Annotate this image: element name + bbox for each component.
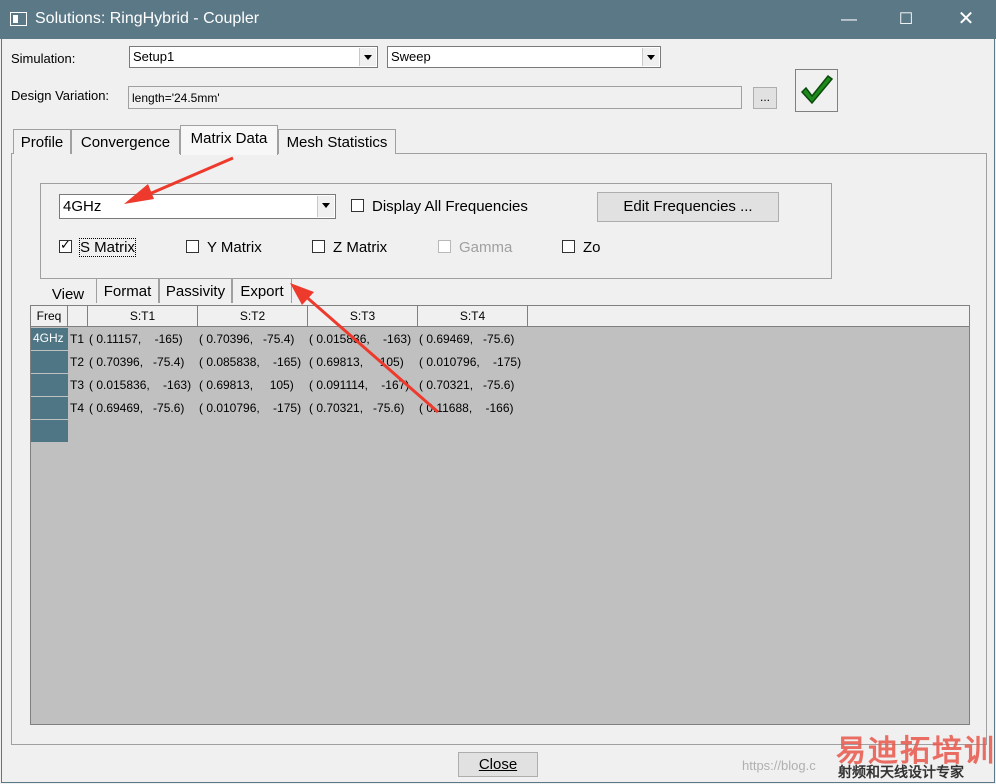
annotation-arrows [124, 156, 439, 414]
watermark-url: https://blog.c [742, 758, 816, 773]
annotation-arrow-frequency [139, 156, 234, 200]
annotation-arrow-export [302, 292, 439, 414]
annotation-arrowhead [124, 184, 154, 204]
watermark-slogan: 射频和天线设计专家 [838, 765, 964, 781]
